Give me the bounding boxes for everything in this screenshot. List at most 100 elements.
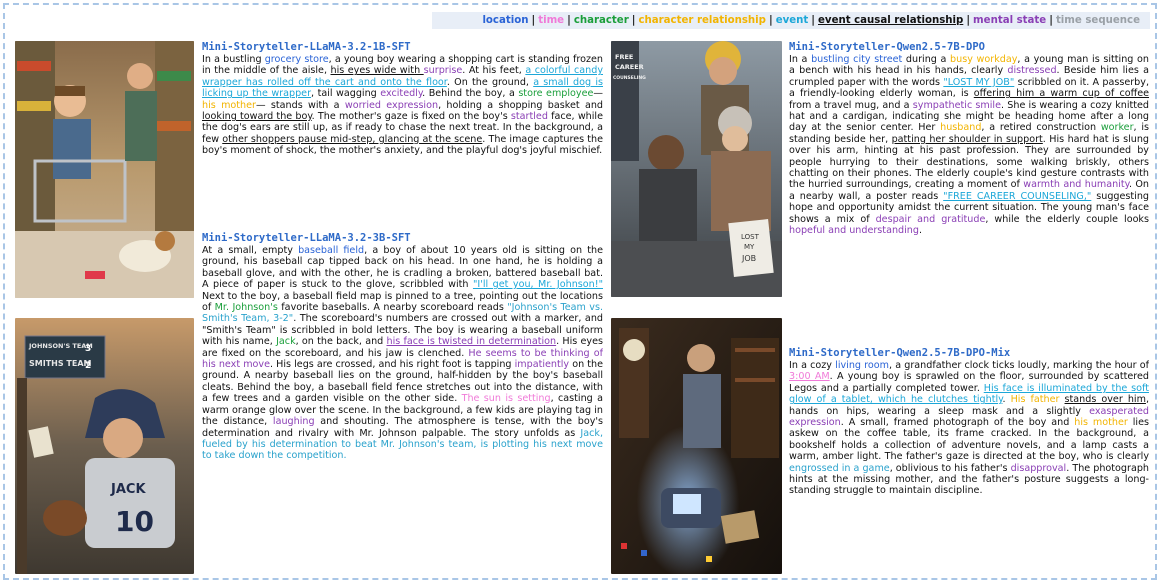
highlight-relationship: busy workday [950,54,1018,65]
legend-separator: | [768,15,773,26]
story-title-1: Mini-Storyteller-LLaMA-3.2-1B-SFT [202,41,411,53]
sign-text-1: LOST [741,233,760,241]
highlight-location: grocery store [264,54,329,65]
poster-text-1: FREE [615,53,633,61]
highlight-mental: laughing [272,416,315,428]
sign-text-3: JOB [741,254,756,263]
highlight-event: "LOST MY JOB" [943,76,1015,88]
story-text: favorite baseballs. A nearby scoreboard … [277,302,508,314]
highlight-event: "FREE CAREER COUNSELING," [943,190,1092,202]
story-text: . [1002,394,1011,406]
highlight-character: worker [1100,122,1134,134]
highlight-sequence: engrossed in a game [789,462,890,474]
story-text: In a [789,54,812,65]
highlight-causal: stands over him [1064,394,1146,406]
scoreboard-text-1: JOHNSON'S TEAM [28,342,93,350]
legend-bar: location | time | character | character relati… [432,12,1150,29]
story-text: . [918,225,923,237]
story-text: , tail wagging [311,88,381,100]
story-panel-1: Mini-Storyteller-LLaMA-3.2-1B-SFT In a b… [202,41,603,229]
scoreboard-score-1: 3 [85,344,91,354]
highlight-relationship: his mother [1074,417,1128,429]
story-text: , holding a shopping basket and [438,99,603,111]
highlight-mental: hopeful and understanding [789,225,919,237]
highlight-location: baseball field [298,245,365,256]
highlight-character: store employee [518,88,594,100]
highlight-character: Mr. Johnson's [214,302,278,314]
legend-item: location [482,15,529,26]
story-text: , a grandfather clock ticks loudly, mark… [889,360,1149,371]
highlight-mental: startled [510,111,548,123]
story-body-2: At a small, empty baseball field, a boy … [202,245,603,462]
legend-separator: | [567,15,571,26]
story-panel-2: Mini-Storyteller-LLaMA-3.2-3B-SFT At a s… [202,232,603,580]
legend-item: mental state [973,15,1047,26]
highlight-causal: his eyes wide with [330,65,424,77]
poster-text-3: COUNSELING [613,75,646,81]
highlight-location: bustling city street [811,54,903,65]
highlight-mental: despair and gratitude [875,213,986,225]
story-text: In a cozy [789,360,836,371]
legend-item: time sequence [1055,15,1140,26]
highlight-mental: impatiently [514,359,570,371]
image-city-street: FREE CAREER COUNSELING LOST MY JOB [611,41,782,297]
story-panel-3: Mini-Storyteller-Qwen2.5-7B-DPO In a bus… [789,41,1149,346]
legend-item: character relationship [638,15,766,26]
story-text: , oblivious to his father's [889,462,1011,474]
story-title-3: Mini-Storyteller-Qwen2.5-7B-DPO [789,41,985,53]
legend-separator: | [811,15,816,26]
story-title-4: Mini-Storyteller-Qwen2.5-7B-DPO-Mix [789,347,1011,359]
highlight-causal: offering him a warm cup of coffee [973,88,1149,100]
highlight-time: The sun is setting [461,393,551,405]
scoreboard-text-2: SMITHS TEAM [29,359,92,368]
scoreboard-score-2: 2 [85,361,91,371]
story-text: In a bustling [202,54,265,65]
story-text: — [593,88,603,100]
story-text: from a travel mug, and a [789,99,913,111]
story-text: during a [902,54,951,65]
story-text: . On the ground, [446,76,534,88]
story-text: At a small, empty [202,245,299,256]
story-text: , on the back, and [295,336,387,348]
legend-item: event causal relationship [818,15,964,26]
story-text: — stands with a [255,99,345,111]
story-title-2: Mini-Storyteller-LLaMA-3.2-3B-SFT [202,232,411,244]
highlight-causal: looking toward the boy [202,111,312,123]
highlight-location: living room [835,360,889,371]
highlight-mental: sympathetic smile [912,99,1002,111]
legend-item: event [775,15,809,26]
story-text: . Behind the boy, a [422,88,519,100]
highlight-mental: surprise [423,65,463,77]
image-living-room [611,318,782,574]
story-body-1: In a bustling grocery store, a young boy… [202,54,603,157]
highlight-relationship: His father [1010,394,1060,406]
legend-separator: | [531,15,536,26]
legend-separator: | [1049,15,1053,26]
legend-separator: | [966,15,971,26]
story-text: . His legs are crossed, and his right fo… [270,359,515,371]
image-baseball-boy: JOHNSON'S TEAM SMITHS TEAM 3 2 JACK 10 [15,318,194,574]
legend-item: character [573,15,629,26]
story-body-3: In a bustling city street during a busy … [789,54,1149,237]
highlight-mental: worried expression [344,99,439,111]
story-text: , a retired construction [981,122,1101,134]
story-panel-4: Mini-Storyteller-Qwen2.5-7B-DPO-Mix In a… [789,347,1149,580]
highlight-mental: disapproval [1010,462,1067,474]
highlight-event: "I'll get you, Mr. Johnson!" [472,279,603,291]
sign-text-2: MY [744,243,755,251]
highlight-relationship: his mother [202,99,256,111]
story-text: . At his feet, [462,65,526,77]
highlight-character: Jack [276,336,296,348]
story-text: , while the elderly couple looks [985,213,1149,225]
jersey-number: 10 [115,505,154,538]
legend-item: time [538,15,565,26]
story-body-4: In a cozy living room, a grandfather clo… [789,360,1149,497]
highlight-causal: other shoppers pause mid-step, glancing … [222,133,483,145]
story-text: . A small, framed photograph of the boy … [840,417,1075,429]
image-grocery-store [15,41,194,298]
highlight-mental: warmth and humanity [1023,179,1129,191]
jersey-name: JACK [110,482,146,497]
poster-text-2: CAREER [615,63,644,71]
highlight-time-u: 3:00 AM [789,371,830,383]
highlight-mental: distressed [1007,65,1057,77]
